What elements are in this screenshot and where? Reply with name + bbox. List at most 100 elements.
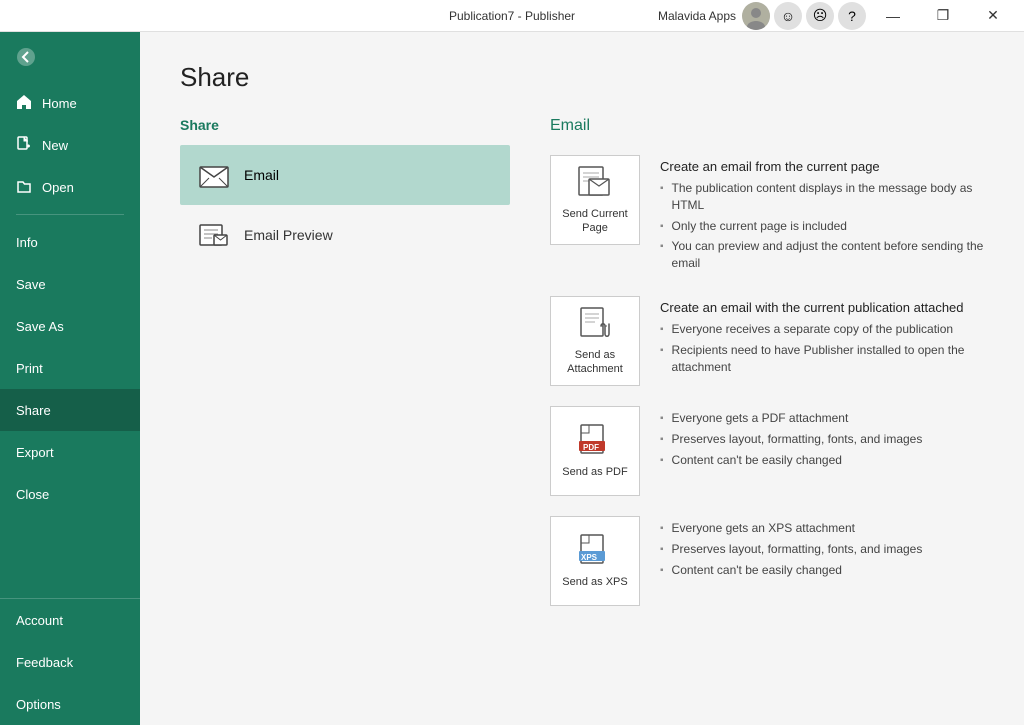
- open-icon: [16, 178, 32, 197]
- bullet-dot: ▪: [660, 182, 664, 196]
- bullet-0-0: ▪ The publication content displays in th…: [660, 180, 984, 214]
- bullet-dot: ▪: [660, 564, 664, 578]
- email-section-heading: Email: [550, 117, 984, 135]
- sidebar: Home New Open Info Save: [0, 32, 140, 725]
- bullet-3-0: ▪ Everyone gets an XPS attachment: [660, 520, 984, 537]
- avatar: [742, 2, 770, 30]
- sidebar-nav-mid: Info Save Save As Print Share Export Clo…: [0, 221, 140, 515]
- send-as-pdf-label: Send as PDF: [562, 465, 627, 479]
- home-icon: [16, 94, 32, 113]
- send-as-xps-button[interactable]: XPS Send as XPS: [550, 516, 640, 606]
- send-as-pdf-button[interactable]: PDF Send as PDF: [550, 406, 640, 496]
- sidebar-item-home[interactable]: Home: [0, 82, 140, 124]
- back-button[interactable]: [0, 32, 140, 82]
- bullet-dot: ▪: [660, 543, 664, 557]
- app-body: Home New Open Info Save: [0, 32, 1024, 725]
- share-option-email-preview-label: Email Preview: [244, 227, 333, 243]
- sidebar-item-print-label: Print: [16, 361, 43, 376]
- bullet-dot: ▪: [660, 240, 664, 254]
- minimize-button[interactable]: —: [870, 0, 916, 32]
- back-arrow-icon: [16, 47, 36, 67]
- restore-button[interactable]: ❐: [920, 0, 966, 32]
- bullet-dot: ▪: [660, 412, 664, 426]
- bullet-2-0: ▪ Everyone gets a PDF attachment: [660, 410, 984, 427]
- smiley-button[interactable]: ☺: [774, 2, 802, 30]
- sidebar-item-options[interactable]: Options: [0, 683, 140, 725]
- email-option-send-current-page-row: Send CurrentPage Create an email from th…: [550, 155, 984, 276]
- send-as-pdf-icon: PDF: [575, 423, 615, 459]
- bullet-2-2: ▪ Content can't be easily changed: [660, 452, 984, 469]
- sidebar-item-feedback-label: Feedback: [16, 655, 73, 670]
- sidebar-item-print[interactable]: Print: [0, 347, 140, 389]
- send-current-page-button[interactable]: Send CurrentPage: [550, 155, 640, 245]
- email-share-icon: [196, 157, 232, 193]
- send-as-attachment-button[interactable]: Send asAttachment: [550, 296, 640, 386]
- email-option-send-attachment-row: Send asAttachment Create an email with t…: [550, 296, 984, 386]
- bullet-1-0: ▪ Everyone receives a separate copy of t…: [660, 321, 984, 338]
- titlebar-title: Publication7 - Publisher: [449, 9, 575, 23]
- svg-text:XPS: XPS: [581, 553, 598, 562]
- sidebar-nav-bottom: Account Feedback Options: [0, 598, 140, 725]
- send-as-attachment-label: Send asAttachment: [567, 348, 623, 377]
- email-option-send-xps-row: XPS Send as XPS ▪ Everyone gets an XPS a…: [550, 516, 984, 606]
- bullet-dot: ▪: [660, 454, 664, 468]
- sidebar-item-options-label: Options: [16, 697, 61, 712]
- sidebar-item-share-label: Share: [16, 403, 51, 418]
- share-layout: Share Email: [180, 117, 984, 626]
- help-button[interactable]: ?: [838, 2, 866, 30]
- sidebar-divider-1: [16, 214, 124, 215]
- svg-text:PDF: PDF: [583, 443, 599, 452]
- sidebar-item-feedback[interactable]: Feedback: [0, 641, 140, 683]
- send-current-page-desc: Create an email from the current page ▪ …: [660, 155, 984, 276]
- sidebar-item-info[interactable]: Info: [0, 221, 140, 263]
- send-as-pdf-desc: ▪ Everyone gets a PDF attachment ▪ Prese…: [660, 406, 984, 472]
- bullet-dot: ▪: [660, 522, 664, 536]
- bullet-0-1: ▪ Only the current page is included: [660, 218, 984, 235]
- bullet-dot: ▪: [660, 433, 664, 447]
- share-section-heading: Share: [180, 117, 510, 133]
- bullet-2-1: ▪ Preserves layout, formatting, fonts, a…: [660, 431, 984, 448]
- send-as-attachment-desc: Create an email with the current publica…: [660, 296, 984, 379]
- send-as-xps-label: Send as XPS: [562, 575, 627, 589]
- avatar-icon: [742, 2, 770, 30]
- sidebar-item-account[interactable]: Account: [0, 599, 140, 641]
- bullet-0-2: ▪ You can preview and adjust the content…: [660, 238, 984, 272]
- sidebar-item-save-label: Save: [16, 277, 46, 292]
- send-current-page-icon: [575, 165, 615, 201]
- send-as-xps-icon: XPS: [575, 533, 615, 569]
- send-current-page-label: Send CurrentPage: [562, 207, 627, 236]
- sidebar-item-export-label: Export: [16, 445, 54, 460]
- sidebar-item-open-label: Open: [42, 180, 74, 195]
- sidebar-item-export[interactable]: Export: [0, 431, 140, 473]
- sidebar-item-open[interactable]: Open: [0, 166, 140, 208]
- sidebar-item-save-as[interactable]: Save As: [0, 305, 140, 347]
- sidebar-item-save[interactable]: Save: [0, 263, 140, 305]
- user-name: Malavida Apps: [658, 9, 736, 23]
- email-preview-share-icon: [196, 217, 232, 253]
- close-button[interactable]: ✕: [970, 0, 1016, 32]
- bullet-dot: ▪: [660, 344, 664, 358]
- share-option-email[interactable]: Email: [180, 145, 510, 205]
- bullet-3-1: ▪ Preserves layout, formatting, fonts, a…: [660, 541, 984, 558]
- send-current-page-title: Create an email from the current page: [660, 159, 984, 174]
- sidebar-nav-top: Home New Open: [0, 82, 140, 208]
- titlebar: Publication7 - Publisher Malavida Apps ☺…: [0, 0, 1024, 32]
- sidebar-item-close-label: Close: [16, 487, 49, 502]
- left-panel: Share Email: [180, 117, 510, 626]
- new-icon: [16, 136, 32, 155]
- sidebar-item-new[interactable]: New: [0, 124, 140, 166]
- sidebar-item-share[interactable]: Share: [0, 389, 140, 431]
- share-option-email-preview[interactable]: Email Preview: [180, 205, 510, 265]
- sidebar-item-home-label: Home: [42, 96, 77, 111]
- bullet-dot: ▪: [660, 323, 664, 337]
- share-option-email-label: Email: [244, 167, 279, 183]
- send-as-attachment-title: Create an email with the current publica…: [660, 300, 984, 315]
- sidebar-item-close[interactable]: Close: [0, 473, 140, 515]
- main-content: Share Share Email: [140, 32, 1024, 725]
- send-as-attachment-icon: [575, 306, 615, 342]
- frown-button[interactable]: ☹: [806, 2, 834, 30]
- sidebar-item-info-label: Info: [16, 235, 38, 250]
- sidebar-item-save-as-label: Save As: [16, 319, 64, 334]
- bullet-dot: ▪: [660, 220, 664, 234]
- sidebar-item-new-label: New: [42, 138, 68, 153]
